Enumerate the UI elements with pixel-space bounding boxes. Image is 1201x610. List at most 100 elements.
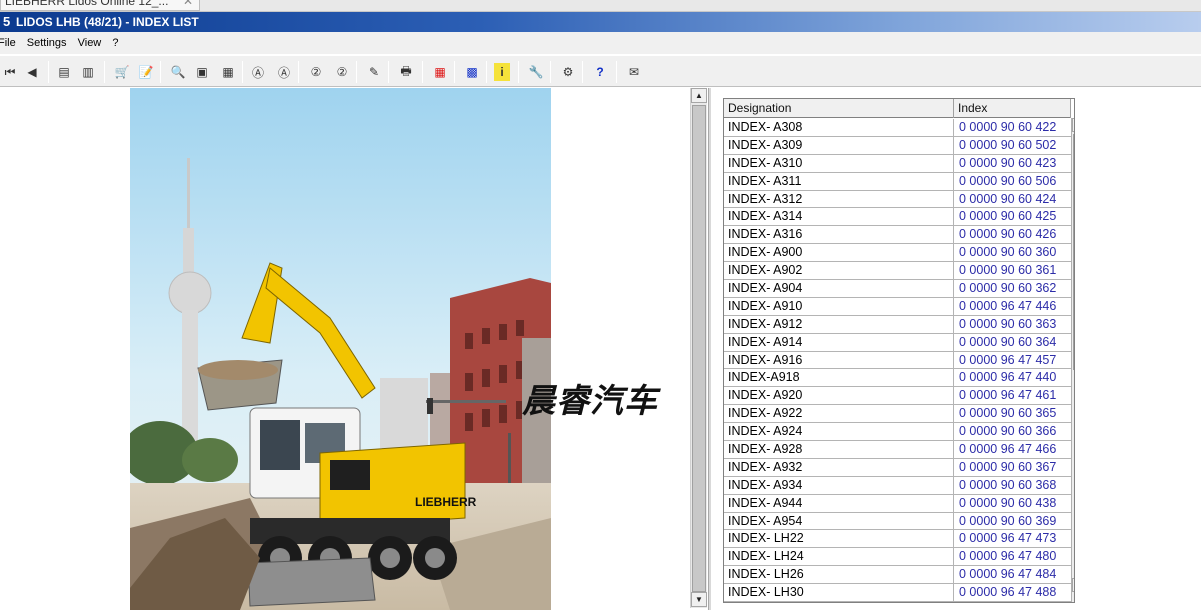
scroll-down-arrow-icon[interactable]: ▼ xyxy=(691,592,707,607)
info-icon[interactable]: i xyxy=(494,63,510,81)
table-row[interactable]: INDEX- LH26 0 0000 96 47 484 xyxy=(724,566,1071,585)
menu-settings[interactable]: Settings xyxy=(27,32,71,54)
cell-designation: INDEX- A900 xyxy=(724,244,954,262)
cell-index-link[interactable]: 0 0000 90 60 426 xyxy=(954,226,1071,243)
table-row[interactable]: INDEX- A912 0 0000 90 60 363 xyxy=(724,315,1071,334)
cell-index-link[interactable]: 0 0000 90 60 506 xyxy=(954,173,1071,190)
browser-tab[interactable]: LIEBHERR Lidos Online 12_... ✕ xyxy=(0,0,200,11)
cell-index-link[interactable]: 0 0000 90 60 362 xyxy=(954,280,1071,297)
page-back-icon[interactable]: ▤ xyxy=(54,62,74,82)
table-row[interactable]: INDEX- A910 0 0000 96 47 446 xyxy=(724,297,1071,316)
cell-index-link[interactable]: 0 0000 96 47 484 xyxy=(954,566,1071,583)
table-scroll-up-icon[interactable]: ▲ xyxy=(1072,118,1074,132)
table-scroll-thumb[interactable] xyxy=(1073,134,1074,370)
mail-icon[interactable]: ✉ xyxy=(624,62,644,82)
annotation-2-off-icon[interactable]: ② xyxy=(332,62,352,82)
scroll-thumb[interactable] xyxy=(692,105,706,592)
annotation-a-icon[interactable]: Ⓐ xyxy=(248,62,268,82)
table-row[interactable]: INDEX- A311 0 0000 90 60 506 xyxy=(724,172,1071,191)
table-row[interactable]: INDEX- A932 0 0000 90 60 367 xyxy=(724,458,1071,477)
table-row[interactable]: INDEX- A314 0 0000 90 60 425 xyxy=(724,208,1071,227)
table-row[interactable]: INDEX- A308 0 0000 90 60 422 xyxy=(724,119,1071,137)
cell-index-link[interactable]: 0 0000 90 60 425 xyxy=(954,208,1071,225)
cell-index-link[interactable]: 0 0000 90 60 366 xyxy=(954,423,1071,440)
menu-file[interactable]: File xyxy=(0,32,20,54)
fit-width-icon[interactable]: ▦ xyxy=(218,62,238,82)
cell-index-link[interactable]: 0 0000 96 47 461 xyxy=(954,387,1071,404)
cell-index-link[interactable]: 0 0000 90 60 424 xyxy=(954,191,1071,208)
cell-index-link[interactable]: 0 0000 90 60 361 xyxy=(954,262,1071,279)
cart-icon[interactable]: 🛒 xyxy=(112,62,132,82)
cell-index-link[interactable]: 0 0000 90 60 364 xyxy=(954,334,1071,351)
tools-icon[interactable]: 🔧 xyxy=(526,62,546,82)
window-title: LIDOS LHB (48/21) - INDEX LIST xyxy=(16,15,199,29)
cell-index-link[interactable]: 0 0000 96 47 466 xyxy=(954,441,1071,458)
watermark-text: 晨睿汽车 xyxy=(522,381,658,420)
cell-index-link[interactable]: 0 0000 90 60 438 xyxy=(954,495,1071,512)
table-row[interactable]: INDEX- A944 0 0000 90 60 438 xyxy=(724,494,1071,513)
fit-page-icon[interactable]: ▣ xyxy=(192,62,212,82)
cell-index-link[interactable]: 0 0000 90 60 502 xyxy=(954,137,1071,154)
table-row[interactable]: INDEX- A902 0 0000 90 60 361 xyxy=(724,262,1071,281)
grid-icon[interactable]: ▦ xyxy=(430,62,450,82)
scroll-up-arrow-icon[interactable]: ▲ xyxy=(691,88,707,103)
annotation-2-icon[interactable]: ② xyxy=(306,62,326,82)
table-row[interactable]: INDEX- A914 0 0000 90 60 364 xyxy=(724,333,1071,352)
toolbar-separator xyxy=(160,61,161,83)
table-row[interactable]: INDEX- LH30 0 0000 96 47 488 xyxy=(724,584,1071,602)
toolbar-separator xyxy=(616,61,617,83)
page-forward-icon[interactable]: ▥ xyxy=(78,62,98,82)
table-row[interactable]: INDEX- A904 0 0000 90 60 362 xyxy=(724,280,1071,298)
cell-index-link[interactable]: 0 0000 96 47 488 xyxy=(954,584,1071,601)
previous-icon[interactable]: ◀ xyxy=(22,62,42,82)
table-row[interactable]: INDEX- LH22 0 0000 96 47 473 xyxy=(724,530,1071,549)
cell-designation: INDEX- LH26 xyxy=(724,566,954,584)
table-row[interactable]: INDEX- A934 0 0000 90 60 368 xyxy=(724,476,1071,495)
notes-icon[interactable]: ✎ xyxy=(364,62,384,82)
cell-index-link[interactable]: 0 0000 96 47 446 xyxy=(954,298,1071,315)
cell-index-link[interactable]: 0 0000 96 47 457 xyxy=(954,352,1071,369)
cell-designation: INDEX- LH24 xyxy=(724,548,954,566)
table-row[interactable]: INDEX- A316 0 0000 90 60 426 xyxy=(724,226,1071,245)
table-row[interactable]: INDEX- A916 0 0000 96 47 457 xyxy=(724,351,1071,370)
table-row[interactable]: INDEX- A924 0 0000 90 60 366 xyxy=(724,423,1071,442)
print-icon[interactable]: 🖶 xyxy=(396,62,416,82)
table-row[interactable]: INDEX- A900 0 0000 90 60 360 xyxy=(724,244,1071,263)
zoom-in-icon[interactable]: 🔍 xyxy=(168,62,188,82)
table-row[interactable]: INDEX- A310 0 0000 90 60 423 xyxy=(724,154,1071,173)
table-row[interactable]: INDEX- A309 0 0000 90 60 502 xyxy=(724,136,1071,155)
cell-index-link[interactable]: 0 0000 90 60 365 xyxy=(954,405,1071,422)
menu-help[interactable]: ? xyxy=(112,32,122,54)
column-header-index[interactable]: Index xyxy=(954,99,1071,118)
table-scrollbar[interactable]: ▲ ▼ xyxy=(1071,118,1074,602)
cell-index-link[interactable]: 0 0000 96 47 480 xyxy=(954,548,1071,565)
table-row[interactable]: INDEX-A918 0 0000 96 47 440 xyxy=(724,369,1071,388)
cell-index-link[interactable]: 0 0000 90 60 363 xyxy=(954,316,1071,333)
table-row[interactable]: INDEX- A920 0 0000 96 47 461 xyxy=(724,387,1071,406)
table-icon[interactable]: ▩ xyxy=(462,62,482,82)
cell-index-link[interactable]: 0 0000 90 60 368 xyxy=(954,477,1071,494)
document-scrollbar[interactable]: ▲ ▼ xyxy=(690,88,707,608)
parts-icon[interactable]: ⚙ xyxy=(558,62,578,82)
cell-index-link[interactable]: 0 0000 90 60 423 xyxy=(954,155,1071,172)
table-row[interactable]: INDEX- A954 0 0000 90 60 369 xyxy=(724,512,1071,531)
cell-index-link[interactable]: 0 0000 96 47 473 xyxy=(954,530,1071,547)
menu-view[interactable]: View xyxy=(78,32,106,54)
column-header-designation[interactable]: Designation xyxy=(724,99,954,118)
first-page-icon[interactable]: ⏮ xyxy=(0,62,20,82)
edit-list-icon[interactable]: 📝 xyxy=(136,62,156,82)
cell-index-link[interactable]: 0 0000 90 60 369 xyxy=(954,513,1071,530)
table-row[interactable]: INDEX- A928 0 0000 96 47 466 xyxy=(724,441,1071,459)
cell-index-link[interactable]: 0 0000 90 60 422 xyxy=(954,119,1071,136)
table-row[interactable]: INDEX- A922 0 0000 90 60 365 xyxy=(724,405,1071,424)
table-row[interactable]: INDEX- A312 0 0000 90 60 424 xyxy=(724,190,1071,209)
cell-index-link[interactable]: 0 0000 96 47 440 xyxy=(954,369,1071,386)
lidos-help-icon[interactable]: ? xyxy=(590,62,610,82)
close-tab-icon[interactable]: ✕ xyxy=(183,0,193,8)
cell-index-link[interactable]: 0 0000 90 60 367 xyxy=(954,459,1071,476)
toolbar-separator xyxy=(298,61,299,83)
cell-index-link[interactable]: 0 0000 90 60 360 xyxy=(954,244,1071,261)
table-row[interactable]: INDEX- LH24 0 0000 96 47 480 xyxy=(724,548,1071,567)
annotation-a-off-icon[interactable]: Ⓐ xyxy=(274,62,294,82)
table-scroll-down-icon[interactable]: ▼ xyxy=(1072,578,1074,592)
